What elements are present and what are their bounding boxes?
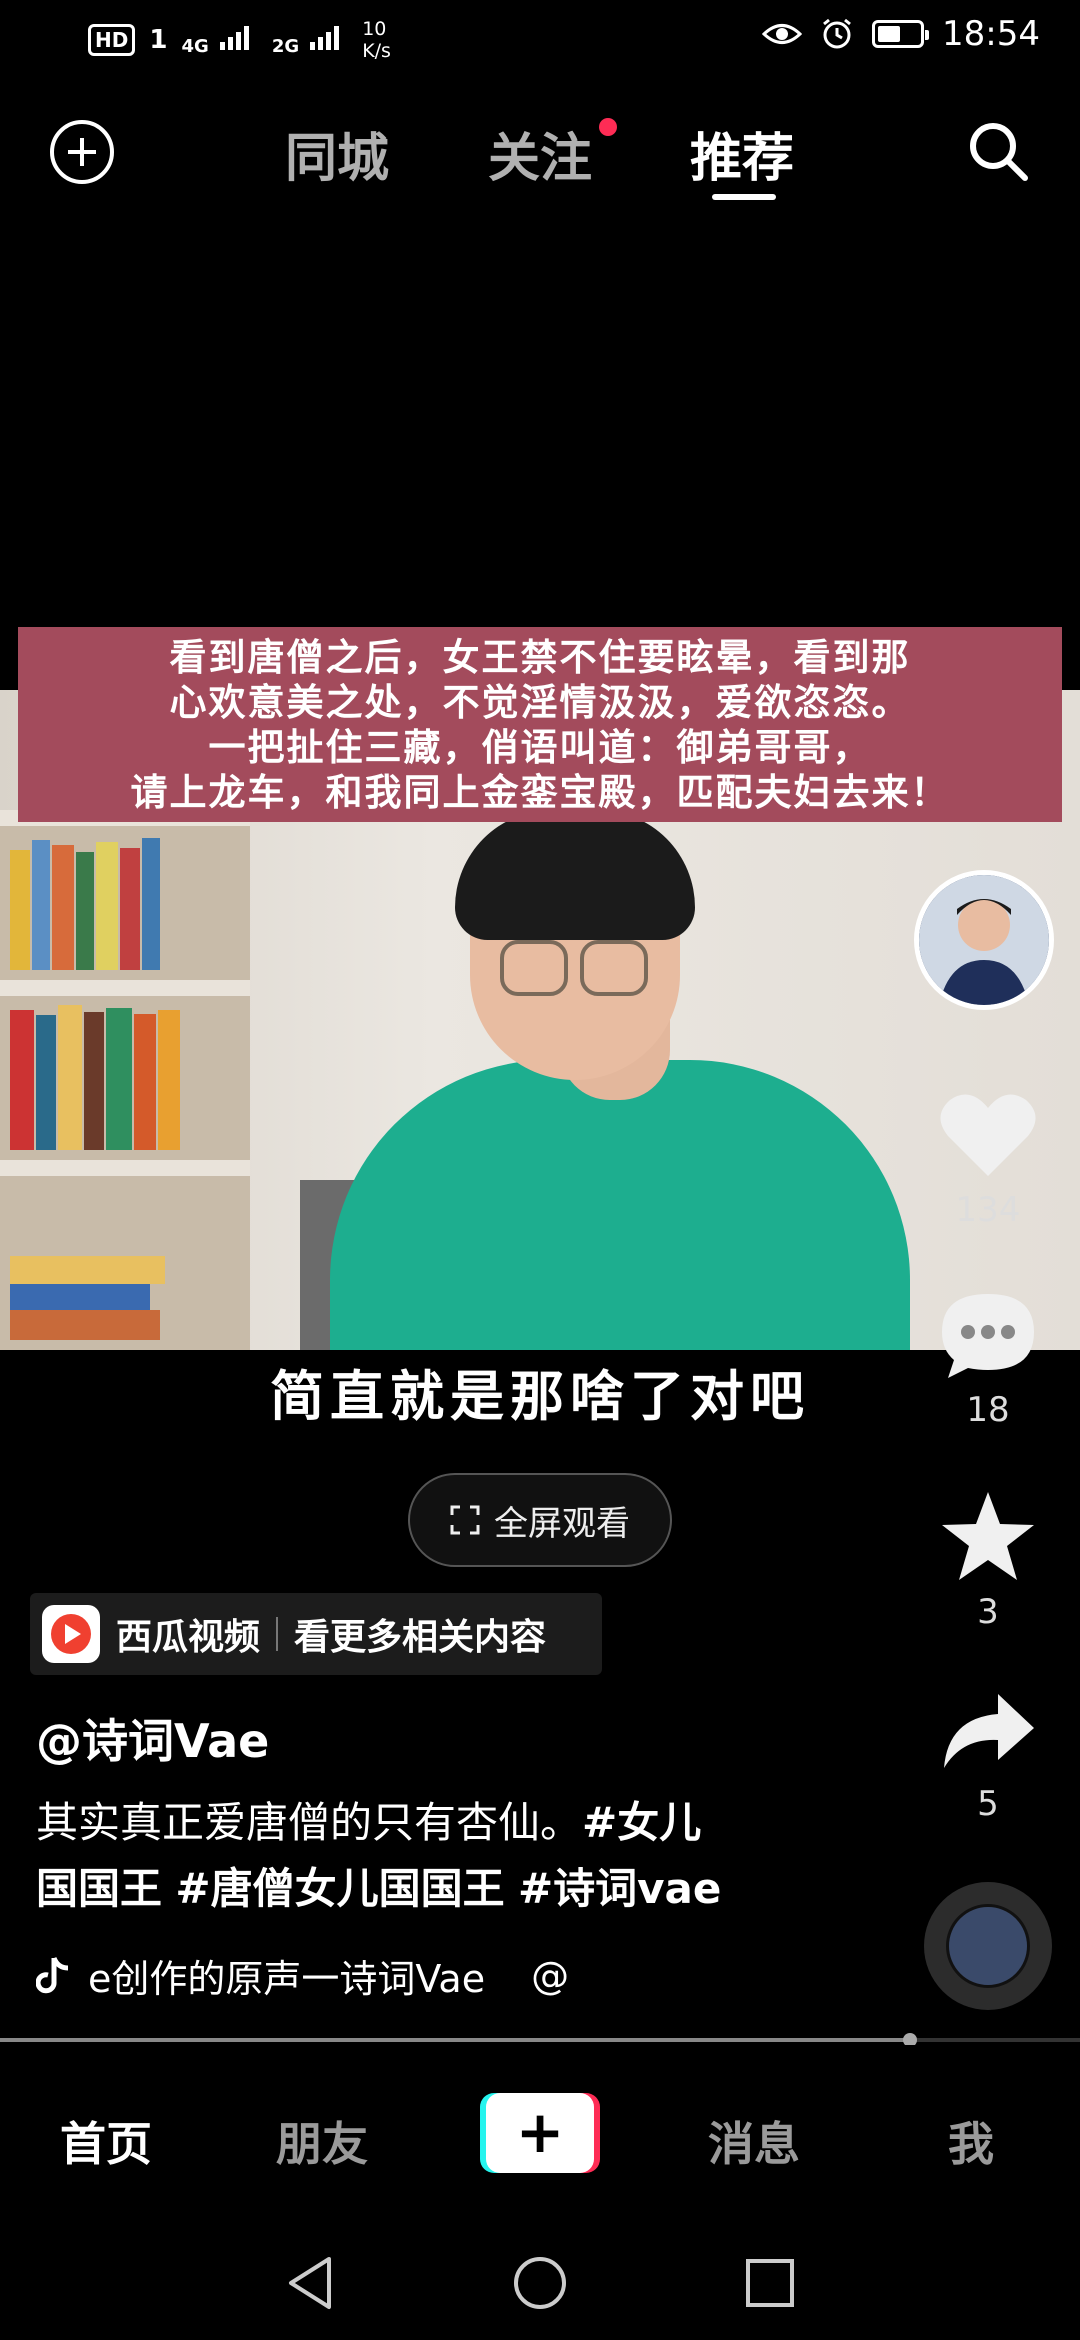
xigua-logo-icon [42,1605,100,1663]
network-2: 2G [272,22,348,59]
comment-icon [942,1294,1034,1378]
music-info[interactable]: e创作的原声一诗词Vae @ [36,1948,569,2003]
xigua-app-name: 西瓜视频 [116,1617,261,1658]
tab-recommend[interactable]: 推荐 [690,116,794,191]
status-bar: HD 1 4G 2G 10 K/s 18:54 [0,0,1080,80]
xigua-divider [276,1617,279,1651]
system-nav-bar [0,2225,1080,2340]
recents-square-icon[interactable] [744,2257,796,2309]
status-right: 18:54 [762,14,1040,54]
hashtag-link[interactable]: #女儿 [582,1798,701,1847]
share-count: 5 [977,1784,999,1824]
fullscreen-icon [450,1505,480,1535]
fullscreen-button[interactable]: 全屏观看 [408,1473,672,1567]
back-icon[interactable] [285,2255,335,2311]
add-circle-button[interactable] [50,120,114,184]
video-subtitle: 简直就是那啥了对吧 [270,1365,810,1428]
comment-count: 18 [966,1390,1010,1430]
avatar-image [919,875,1049,1005]
notification-dot [599,118,617,136]
alarm-icon [823,18,851,49]
favorite-count: 3 [977,1592,999,1632]
favorite-button[interactable]: 3 [924,1490,1052,1632]
network-speed: 10 K/s [362,18,391,62]
author-name[interactable]: @诗词Vae [36,1705,269,1771]
xigua-banner[interactable]: 西瓜视频 看更多相关内容 [30,1593,602,1675]
xigua-link: 看更多相关内容 [294,1617,547,1658]
plus-icon [68,138,96,166]
nav-friends[interactable]: 朋友 [276,2108,368,2174]
music-title: e创作的原声一诗词Vae [88,1957,486,2001]
home-circle-icon[interactable] [512,2255,568,2311]
create-plus: + [515,2098,565,2166]
clock: 18:54 [942,14,1040,54]
hashtag-link[interactable]: #唐僧女儿国国王 [175,1864,504,1913]
active-tab-indicator [712,194,776,200]
battery-icon [872,20,930,48]
network-1: 4G [181,22,257,59]
bookshelf [0,810,250,1350]
video-progress-fill [0,2038,910,2042]
sim-slot: 1 [149,25,168,55]
caption-line: 看到唐僧之后，女王禁不住要眩晕，看到那 [169,635,911,679]
hashtag-link[interactable]: #诗词vae [518,1864,721,1913]
network-1-label: 4G [181,35,209,57]
create-button[interactable]: + [480,2093,600,2173]
hd-badge: HD [88,24,136,56]
nav-me[interactable]: 我 [948,2108,994,2174]
desc-text: 其实真正爱唐僧的只有杏仙。 [36,1798,583,1847]
music-disc[interactable] [924,1882,1052,2010]
post-description: 其实真正爱唐僧的只有杏仙。#女儿 国国王 #唐僧女儿国国王 #诗词vae [36,1790,756,1922]
search-icon [970,123,1028,181]
status-left: HD 1 4G 2G 10 K/s [88,18,391,62]
like-count: 134 [955,1190,1021,1230]
star-icon [942,1492,1034,1580]
hashtag-link[interactable]: 国国王 [36,1864,162,1913]
tab-local[interactable]: 同城 [285,116,389,191]
like-button[interactable]: 134 [924,1090,1052,1230]
comment-button[interactable]: 18 [924,1290,1052,1430]
share-button[interactable]: 5 [924,1690,1052,1824]
video-caption-box: 看到唐僧之后，女王禁不住要眩晕，看到那 心欢意美之处，不觉淫情汲汲，爱欲恣恣。 … [18,627,1062,822]
network-2-label: 2G [271,35,300,57]
fullscreen-label: 全屏观看 [494,1503,630,1544]
music-title-tail: @ [531,1953,570,1998]
nav-home[interactable]: 首页 [60,2108,152,2174]
disc-avatar [946,1904,1030,1988]
nav-messages[interactable]: 消息 [708,2108,800,2174]
search-button[interactable] [965,118,1031,188]
speed-value: 10 [362,18,387,40]
signal-icon-2 [310,25,340,50]
glasses-right [580,940,648,996]
eye-icon [762,24,803,44]
caption-line: 一把扯住三藏，俏语叫道：御弟哥哥， [208,725,872,769]
glasses-left [500,940,568,996]
caption-line: 请上龙车，和我同上金銮宝殿，匹配夫妇去来！ [130,770,950,814]
heart-icon [940,1094,1036,1176]
speed-unit: K/s [362,40,391,62]
music-note-icon [36,1956,69,1993]
tab-following[interactable]: 关注 [488,116,592,191]
caption-line: 心欢意美之处，不觉淫情汲汲，爱欲恣恣。 [169,680,911,724]
signal-icon [219,25,249,50]
share-icon [944,1694,1034,1768]
author-avatar[interactable] [914,870,1054,1010]
